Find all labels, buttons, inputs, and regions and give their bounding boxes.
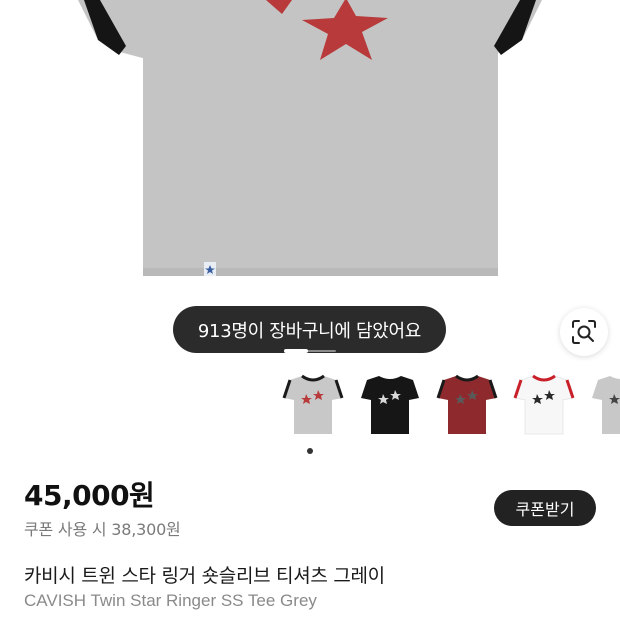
cart-count-toast: 913명이 장바구니에 담았어요: [173, 306, 446, 353]
coupon-price: 쿠폰 사용 시 38,300원: [24, 520, 181, 539]
product-name-english: CAVISH Twin Star Ringer SS Tee Grey: [24, 591, 317, 610]
lens-search-icon: [572, 320, 596, 344]
grey-tee-illustration: [78, 0, 542, 276]
tee-thumbnail-icon: [436, 374, 498, 434]
tee-thumbnail-icon: [282, 374, 344, 434]
tee-thumbnail-icon: [513, 374, 575, 435]
thumbnail-burgundy[interactable]: [430, 368, 504, 444]
thumbnail-grey-partial[interactable]: [584, 368, 620, 444]
thumbnail-grey[interactable]: [276, 368, 350, 444]
thumbnail-page-dot: [307, 448, 313, 454]
toast-text: 913명이 장바구니에 담았어요: [197, 320, 422, 342]
product-price: 45,000원: [24, 479, 155, 512]
thumbnail-black[interactable]: [353, 368, 427, 444]
tee-thumbnail-icon: [361, 376, 419, 434]
product-name-korean: 카비시 트윈 스타 링거 숏슬리브 티셔츠 그레이: [24, 565, 385, 587]
tee-thumbnail-icon: [592, 376, 620, 434]
pager-thumb: [284, 349, 308, 353]
image-pager-indicator: [284, 349, 336, 353]
thumbnail-white[interactable]: [507, 368, 581, 444]
get-coupon-button[interactable]: 쿠폰받기: [494, 490, 596, 526]
lens-search-button[interactable]: [560, 308, 608, 356]
product-main-image[interactable]: [0, 0, 620, 300]
color-variant-thumbnails: [0, 368, 620, 444]
